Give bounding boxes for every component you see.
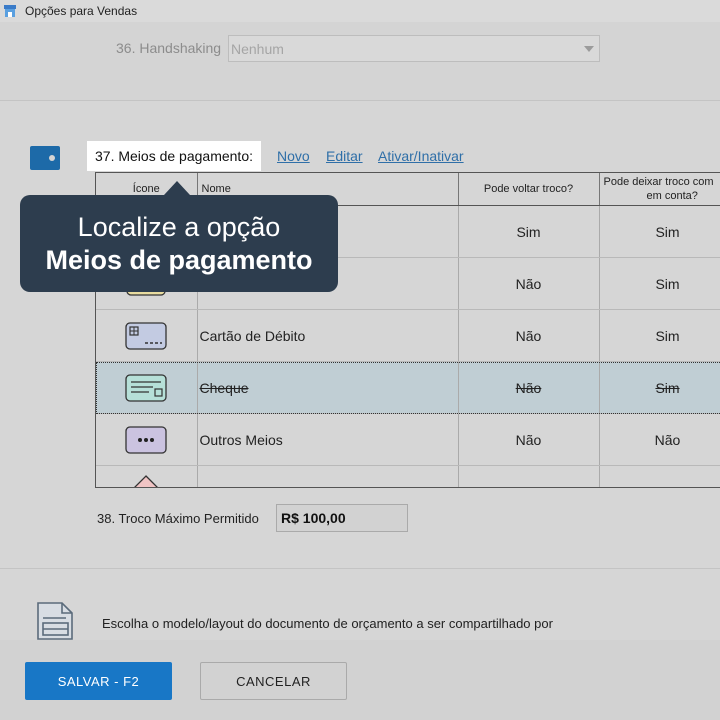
store-icon (4, 5, 16, 17)
window-titlebar: Opções para Vendas (0, 0, 720, 22)
row-can-leave: Não (599, 465, 720, 487)
max-change-input[interactable]: R$ 100,00 (276, 504, 408, 532)
row-can-return: Sim (458, 205, 600, 258)
row-can-leave: Não (599, 413, 720, 466)
handshaking-label: 36. Handshaking (116, 40, 222, 56)
debit-card-icon (125, 321, 167, 350)
wallet-icon (30, 146, 60, 170)
pix-icon (133, 474, 159, 487)
window-title: Opções para Vendas (25, 4, 138, 18)
cancel-button[interactable]: CANCELAR (200, 662, 347, 700)
divider (0, 100, 720, 101)
payment-section-title: 37. Meios de pagamento: (87, 141, 261, 171)
row-can-return: Não (458, 257, 600, 310)
row-name: Cheque (197, 361, 459, 414)
quote-layout-description: Escolha o modelo/layout do documento de … (102, 616, 553, 631)
tutorial-tooltip: Localize a opção Meios de pagamento (20, 181, 338, 292)
max-change-label: 38. Troco Máximo Permitido (97, 511, 259, 526)
row-can-return: Não (458, 309, 600, 362)
table-row-selected[interactable]: Cheque Não Sim (96, 361, 720, 414)
row-name: Outros Meios (197, 413, 459, 466)
row-icon-cell (96, 465, 198, 487)
table-row[interactable]: Cartão de Débito Não Sim (96, 309, 720, 362)
column-header-can-return[interactable]: Pode voltar troco? (458, 173, 600, 206)
row-icon-cell (96, 361, 198, 414)
new-link[interactable]: Novo (277, 148, 310, 164)
handshaking-select[interactable]: Nenhum (228, 35, 600, 62)
row-can-return: Não (458, 361, 600, 414)
save-button[interactable]: SALVAR - F2 (25, 662, 172, 700)
row-name: Cartão de Débito (197, 309, 459, 362)
row-can-leave: Sim (599, 257, 720, 310)
row-can-return: Não (458, 465, 600, 487)
edit-link[interactable]: Editar (326, 148, 363, 164)
row-name: Pix (197, 465, 459, 487)
row-can-leave: Sim (599, 205, 720, 258)
other-methods-icon (125, 425, 167, 454)
tooltip-line1: Localize a opção (77, 212, 281, 242)
divider (0, 568, 720, 569)
document-icon (37, 602, 73, 640)
column-header-can-leave[interactable]: Pode deixar troco com em conta? (599, 173, 720, 206)
handshaking-value: Nenhum (231, 41, 284, 57)
table-row[interactable]: Pix Não Não (96, 465, 720, 487)
toggle-active-link[interactable]: Ativar/Inativar (378, 148, 464, 164)
row-can-return: Não (458, 413, 600, 466)
tooltip-line2: Meios de pagamento (45, 245, 313, 275)
table-row[interactable]: Outros Meios Não Não (96, 413, 720, 466)
row-icon-cell (96, 309, 198, 362)
row-icon-cell (96, 413, 198, 466)
cheque-icon (125, 373, 167, 402)
row-can-leave: Sim (599, 361, 720, 414)
chevron-down-icon (584, 46, 594, 52)
row-can-leave: Sim (599, 309, 720, 362)
